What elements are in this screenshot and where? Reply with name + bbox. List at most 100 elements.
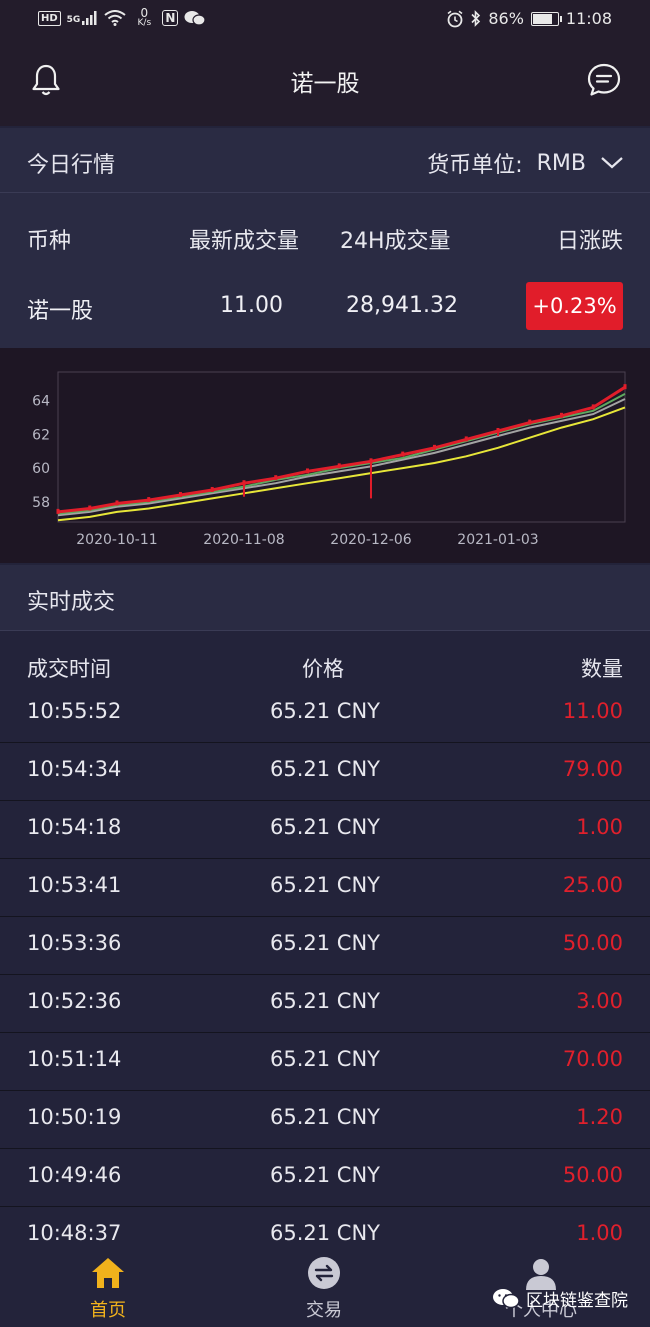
data-point: [559, 412, 563, 418]
header-24h-volume: 24H成交量: [340, 229, 451, 254]
home-icon: [92, 1258, 124, 1288]
message-icon[interactable]: [586, 62, 622, 98]
data-point: [591, 404, 595, 410]
trade-time: 10:54:18: [27, 815, 122, 839]
hd-badge: HD: [38, 10, 61, 26]
data-point: [432, 444, 436, 450]
exchange-icon: [308, 1257, 340, 1289]
trade-price: 65.21 CNY: [270, 1105, 380, 1129]
trade-quantity: 79.00: [562, 757, 623, 781]
change-badge: +0.23%: [526, 282, 623, 330]
status-bar: HD 5G 0 K/s N 86% 11:08: [0, 0, 650, 40]
trade-price: 65.21 CNY: [270, 815, 380, 839]
data-point: [210, 486, 214, 492]
trade-price: 65.21 CNY: [270, 699, 380, 723]
currency-label: 货币单位:: [427, 153, 523, 178]
nfc-icon: N: [162, 10, 179, 26]
trade-row: 10:52:36 65.21 CNY 3.00: [0, 975, 650, 1033]
signal-bars-icon: [82, 11, 97, 25]
battery-percent: 86%: [488, 9, 524, 28]
y-tick-label: 64: [32, 394, 50, 410]
watermark: 区块链鉴查院: [492, 1286, 628, 1311]
net-speed: 0 K/s: [132, 6, 156, 28]
y-tick-label: 58: [32, 495, 50, 511]
wechat-icon: [493, 1288, 520, 1308]
trade-time: 10:52:36: [27, 989, 122, 1013]
tab-trade[interactable]: 交易: [264, 1256, 384, 1322]
trade-price: 65.21 CNY: [270, 1163, 380, 1187]
trade-time: 10:53:41: [27, 873, 122, 897]
trade-quantity: 3.00: [576, 989, 623, 1013]
chevron-down-icon: [601, 157, 623, 169]
header-daily-change: 日涨跌: [556, 229, 623, 254]
trade-quantity: 70.00: [562, 1047, 623, 1071]
bluetooth-icon: [471, 10, 481, 27]
trades-section-header: 实时成交: [0, 565, 650, 631]
tab-home[interactable]: 首页: [48, 1256, 168, 1322]
y-tick-label: 60: [32, 461, 50, 477]
trade-price: 65.21 CNY: [270, 931, 380, 955]
data-point: [178, 492, 182, 498]
series-line: [57, 385, 626, 514]
net-speed-value: 0: [140, 6, 149, 20]
coin-name[interactable]: 诺一股: [27, 293, 93, 325]
trade-price: 65.21 CNY: [270, 757, 380, 781]
wifi-icon: [104, 10, 126, 26]
trades-column-header: 成交时间 价格 数量: [0, 631, 650, 685]
signal-indicator: 5G: [67, 11, 99, 25]
watermark-text: 区块链鉴查院: [526, 1291, 628, 1311]
wechat-status-icon: [184, 11, 206, 26]
trade-quantity: 1.00: [576, 815, 623, 839]
user-icon: [526, 1259, 556, 1290]
trade-time: 10:48:37: [27, 1221, 122, 1245]
currency-value: RMB: [536, 150, 586, 176]
trade-quantity: 1.00: [576, 1221, 623, 1245]
data-point: [274, 475, 278, 481]
quote-panel: 币种 最新成交量 24H成交量 日涨跌 诺一股 11.00 28,941.32 …: [0, 193, 650, 348]
trade-price: 65.21 CNY: [270, 873, 380, 897]
data-point: [337, 463, 341, 469]
x-tick-label: 2020-12-06: [330, 532, 411, 548]
series-line: [57, 393, 626, 515]
column-quantity: 数量: [581, 657, 623, 681]
app-header: 诺一股: [0, 40, 650, 126]
signal-text: 5G: [66, 15, 81, 25]
trade-quantity: 1.20: [576, 1105, 623, 1129]
y-tick-label: 62: [32, 427, 50, 443]
data-point: [147, 497, 151, 503]
trade-row: 10:55:52 65.21 CNY 11.00: [0, 685, 650, 743]
status-left: HD 5G 0 K/s N: [38, 6, 206, 28]
battery-icon: [530, 11, 562, 26]
tab-trade-label: 交易: [306, 1300, 342, 1321]
data-point: [401, 451, 405, 457]
data-point: [56, 508, 60, 514]
alarm-icon: [447, 10, 463, 27]
column-time: 成交时间: [27, 657, 111, 681]
price-chart-svg: 58 60 62 64 2020-10-11 2020-11-08 2020-12-06 20…: [32, 371, 627, 548]
trade-time: 10:50:19: [27, 1105, 122, 1129]
trade-row: 10:51:14 65.21 CNY 70.00: [0, 1033, 650, 1091]
trade-list: 10:55:52 65.21 CNY 11.00 10:54:34 65.21 CNY 7…: [0, 685, 650, 1265]
data-point: [115, 500, 119, 506]
trade-quantity: 50.00: [562, 931, 623, 955]
trade-quantity: 11.00: [562, 699, 623, 723]
net-speed-unit: K/s: [137, 18, 152, 28]
volume-24h-value: 28,941.32: [346, 293, 458, 318]
x-tick-label: 2020-10-11: [76, 532, 157, 548]
trade-quantity: 25.00: [562, 873, 623, 897]
trade-time: 10:54:34: [27, 757, 122, 781]
data-point: [88, 505, 92, 511]
market-section-header: 今日行情 货币单位: RMB: [0, 128, 650, 193]
column-price: 价格: [302, 657, 344, 681]
trade-price: 65.21 CNY: [270, 1221, 380, 1245]
currency-selector[interactable]: 货币单位: RMB: [427, 147, 624, 179]
trade-time: 10:55:52: [27, 699, 122, 723]
trade-row: 10:54:18 65.21 CNY 1.00: [0, 801, 650, 859]
header-latest-volume: 最新成交量: [189, 229, 300, 254]
header-coin: 币种: [27, 229, 72, 254]
trades-title: 实时成交: [27, 590, 116, 615]
trade-row: 10:53:36 65.21 CNY 50.00: [0, 917, 650, 975]
price-chart[interactable]: 58 60 62 64 2020-10-11 2020-11-08 2020-12-06 20…: [0, 348, 650, 563]
page-title: 诺一股: [290, 71, 360, 97]
data-point: [464, 436, 468, 442]
